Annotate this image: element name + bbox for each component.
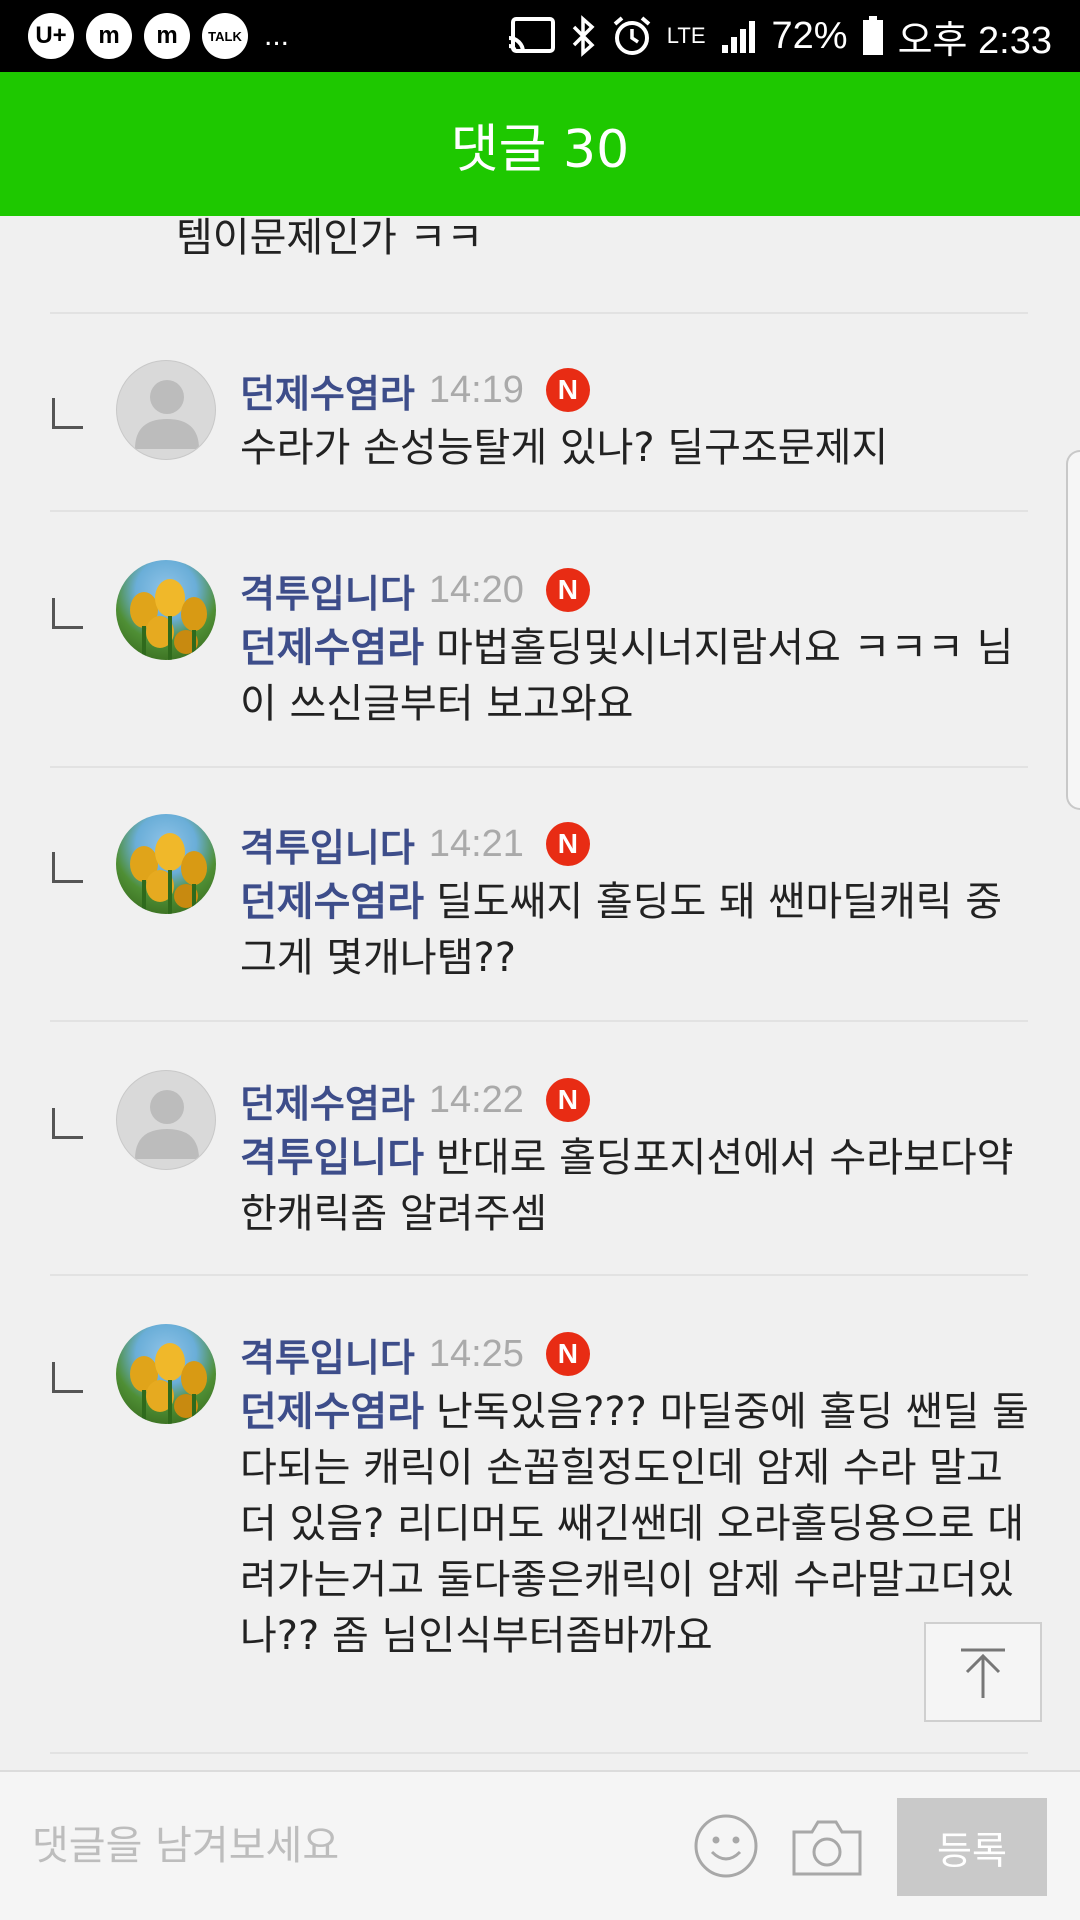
comment-author[interactable]: 격투입니다: [240, 817, 415, 872]
tulip-photo: [130, 1343, 207, 1424]
comments-header: 댓글 30: [0, 72, 1080, 216]
cast-icon: [508, 17, 555, 53]
divider: [50, 510, 1028, 512]
divider: [50, 766, 1028, 768]
comment-text: 던제수염라 딜도쌔지 홀딩도 돼 쌘마딜캐릭 중 그게 몇개나탬??: [240, 874, 1030, 986]
new-badge: N: [545, 1078, 590, 1122]
default-profile-icon: [135, 380, 199, 449]
new-badge: N: [545, 368, 590, 412]
m-app-icon: m: [86, 13, 132, 59]
scroll-to-top-button[interactable]: [924, 1622, 1042, 1722]
reply-indicator-icon: [52, 852, 83, 883]
mention-link[interactable]: 던제수염라: [240, 1389, 424, 1435]
default-profile-icon: [135, 1090, 199, 1159]
comment-text: 수라가 손성능탈게 있나? 딜구조문제지: [240, 420, 1030, 476]
battery-percent: 72%: [771, 14, 848, 57]
divider: [50, 1020, 1028, 1022]
alarm-icon: [613, 16, 651, 55]
divider: [50, 1752, 1028, 1754]
comment-body: 수라가 손성능탈게 있나? 딜구조문제지: [240, 425, 889, 471]
reply-indicator-icon: [52, 598, 83, 629]
avatar[interactable]: [116, 560, 216, 660]
submit-button[interactable]: 등록: [897, 1798, 1047, 1896]
mention-link[interactable]: 던제수염라: [240, 879, 424, 925]
battery-icon: [862, 16, 883, 55]
comment-time: 14:25: [428, 1332, 524, 1375]
new-badge: N: [545, 568, 590, 612]
comment-time: 14:19: [428, 368, 524, 411]
comment-text: 던제수염라 마법홀딩및시너지람서요 ㅋㅋㅋ 님이 쓰신글부터 보고와요: [240, 620, 1030, 732]
m-app-icon-2: m: [144, 13, 190, 59]
comment-time: 14:21: [428, 822, 524, 865]
clock: 오후 2:33: [897, 19, 1052, 62]
status-bar: U+ m m TALK ... LTE 72% 오후 2:33: [0, 0, 1080, 72]
bluetooth-icon: [572, 15, 595, 57]
more-notifications: ...: [264, 19, 290, 52]
edge-panel-handle[interactable]: [1066, 450, 1080, 810]
comment-input-bar: 등록: [0, 1770, 1080, 1920]
signal-icon: [721, 21, 755, 53]
page-title: 댓글 30: [450, 119, 630, 180]
divider: [50, 312, 1028, 314]
network-type: LTE: [666, 23, 706, 48]
new-badge: N: [545, 822, 590, 866]
avatar[interactable]: [116, 1070, 216, 1170]
reply-indicator-icon: [52, 1362, 83, 1393]
comment-time: 14:20: [428, 568, 524, 611]
comment-text: 격투입니다 반대로 홀딩포지션에서 수라보다약한캐릭좀 알려주셈: [240, 1130, 1030, 1242]
comment-list[interactable]: 템이문제인가 ㅋㅋ 던제수염라 14:19 N 수라가 손성능탈게 있나? 딜구…: [0, 216, 1080, 1770]
avatar[interactable]: [116, 814, 216, 914]
divider: [50, 1274, 1028, 1276]
comment-author[interactable]: 격투입니다: [240, 563, 415, 618]
comment-author[interactable]: 격투입니다: [240, 1327, 415, 1382]
comment-text: 던제수염라 난독있음??? 마딜중에 홀딩 쌘딜 둘다되는 캐릭이 손꼽힐정도인데…: [240, 1384, 1030, 1664]
emoji-button[interactable]: [692, 1812, 760, 1880]
camera-button[interactable]: [790, 1812, 864, 1880]
camera-icon: [792, 1820, 862, 1876]
smiley-icon: [694, 1814, 758, 1878]
tulip-photo: [130, 579, 207, 660]
comment-input[interactable]: [30, 1810, 654, 1882]
reply-indicator-icon: [52, 398, 83, 429]
tulip-photo: [130, 833, 207, 914]
new-badge: N: [545, 1332, 590, 1376]
mention-link[interactable]: 던제수염라: [240, 625, 424, 671]
kakaotalk-icon: TALK: [202, 13, 248, 59]
comment-time: 14:22: [428, 1078, 524, 1121]
comment-author[interactable]: 던제수염라: [240, 1073, 415, 1128]
avatar[interactable]: [116, 1324, 216, 1424]
avatar[interactable]: [116, 360, 216, 460]
comment-author[interactable]: 던제수염라: [240, 363, 415, 418]
reply-indicator-icon: [52, 1108, 83, 1139]
mention-link[interactable]: 격투입니다: [240, 1135, 424, 1181]
previous-comment-tail: 템이문제인가 ㅋㅋ: [176, 216, 484, 261]
notification-icons: U+ m m TALK ...: [28, 13, 289, 59]
arrow-up-icon: [961, 1648, 1005, 1698]
uplus-app-icon: U+: [28, 13, 74, 59]
